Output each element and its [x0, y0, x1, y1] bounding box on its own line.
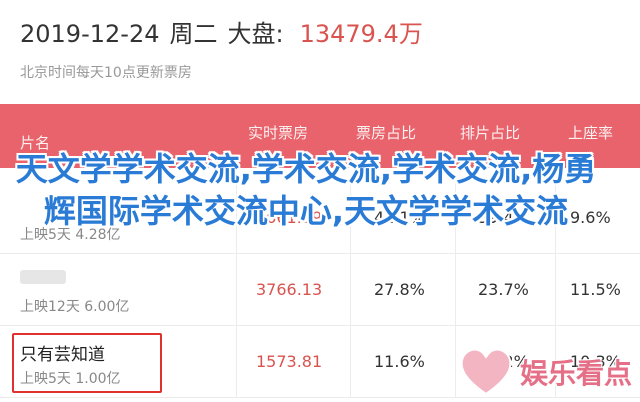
- divider: [350, 326, 351, 398]
- col-schedule-share[interactable]: 排片占比: [460, 122, 520, 143]
- watermark-text: 娱乐看点: [519, 357, 632, 390]
- header: 2019-12-24 周二 大盘: 13479.4万 北京时间每天10点更新票房: [0, 0, 640, 104]
- divider: [350, 254, 351, 326]
- title-row: 2019-12-24 周二 大盘: 13479.4万: [20, 14, 423, 49]
- highlight-box: [12, 333, 162, 393]
- blurred-title: [20, 270, 66, 284]
- divider: [236, 254, 237, 326]
- col-box-share[interactable]: 票房占比: [356, 122, 416, 143]
- attendance-value: 11.5%: [570, 280, 621, 299]
- overlay-caption: 天文学学术交流,学术交流,学术交流,杨勇辉国际学术交流中心,天文学学术交流: [15, 150, 597, 230]
- movie-meta: 上映12天 6.00亿: [20, 299, 130, 315]
- divider: [455, 326, 456, 398]
- divider: [555, 254, 556, 326]
- divider: [455, 254, 456, 326]
- market-total: 13479.4万: [299, 20, 423, 48]
- box-share-value: 11.6%: [374, 352, 425, 371]
- box-share-value: 27.8%: [374, 280, 425, 299]
- col-attendance[interactable]: 上座率: [568, 122, 613, 143]
- table-row[interactable]: 上映12天 6.00亿 3766.13 27.8% 23.7% 11.5%: [0, 254, 640, 326]
- divider: [236, 326, 237, 398]
- col-box-office[interactable]: 实时票房: [248, 122, 308, 143]
- weekday: 周二: [169, 20, 218, 48]
- schedule-share-value: 23.7%: [478, 280, 529, 299]
- update-note: 北京时间每天10点更新票房: [20, 65, 192, 81]
- box-office-value: 1573.81: [256, 352, 323, 371]
- date: 2019-12-24: [20, 20, 160, 48]
- watermark: 娱乐看点: [458, 346, 632, 398]
- heart-icon: [460, 348, 512, 396]
- box-office-value: 3766.13: [256, 280, 323, 299]
- market-label: 大盘:: [227, 20, 284, 48]
